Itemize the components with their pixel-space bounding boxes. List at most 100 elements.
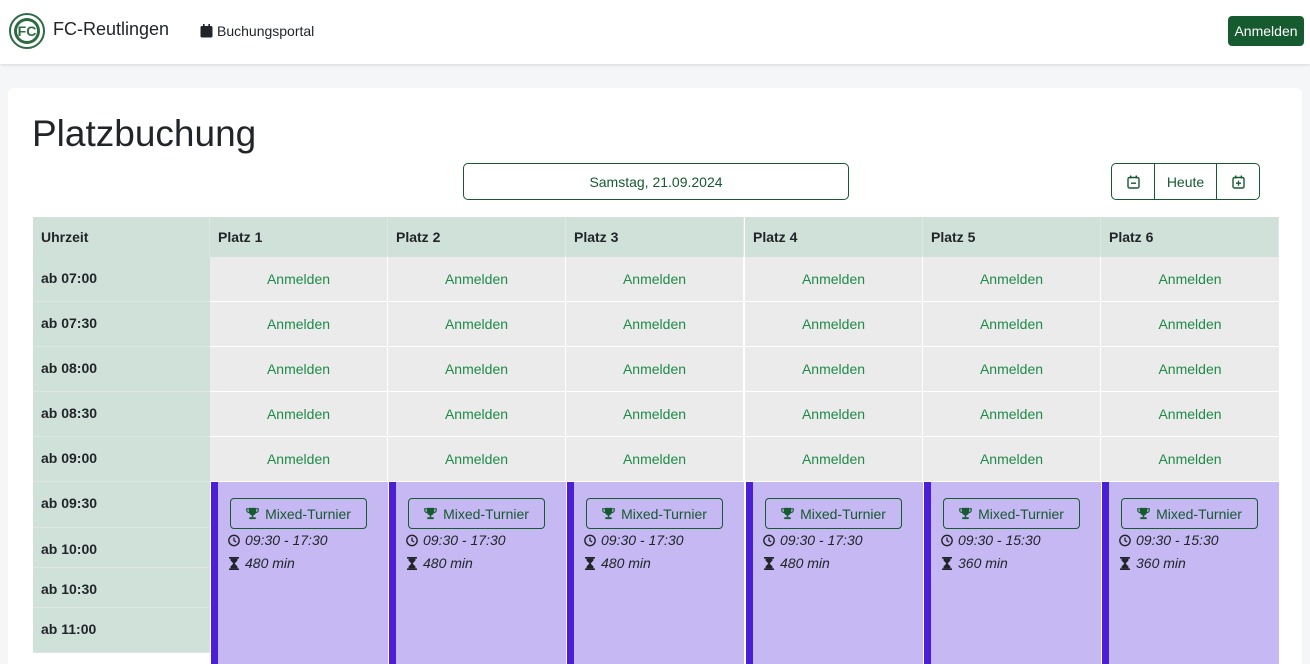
book-slot-button[interactable]: Anmelden [566,257,744,302]
book-slot-button[interactable]: Anmelden [388,437,566,482]
hourglass-icon [407,556,417,570]
event-title: Mixed-Turnier [1156,505,1242,522]
event-time: 09:30 - 15:30 [1119,532,1219,548]
trophy-icon [1137,507,1150,520]
previous-day-button[interactable] [1112,164,1155,199]
booking-event[interactable]: Mixed-Turnier 09:30 - 17:30 480 min [746,482,923,664]
event-time-text: 09:30 - 15:30 [958,532,1041,548]
time-slot-label: ab 07:30 [33,302,210,347]
event-duration-text: 480 min [601,555,651,571]
book-slot-button[interactable]: Anmelden [745,347,923,392]
event-time: 09:30 - 15:30 [941,532,1041,548]
event-duration: 360 min [941,555,1008,571]
book-slot-button[interactable]: Anmelden [388,392,566,437]
event-duration: 480 min [763,555,830,571]
booking-event[interactable]: Mixed-Turnier 09:30 - 17:30 480 min [211,482,388,664]
event-time-text: 09:30 - 17:30 [780,532,863,548]
booking-event[interactable]: Mixed-Turnier 09:30 - 17:30 480 min [389,482,566,664]
book-slot-button[interactable]: Anmelden [1101,392,1280,437]
calendar-icon [200,24,213,38]
book-slot-button[interactable]: Anmelden [923,257,1101,302]
svg-text:FC: FC [18,23,37,39]
book-slot-button[interactable]: Anmelden [745,392,923,437]
book-slot-button[interactable]: Anmelden [210,347,388,392]
book-slot-button[interactable]: Anmelden [566,392,744,437]
nav-link-buchungsportal[interactable]: Buchungsportal [200,23,314,39]
book-slot-button[interactable]: Anmelden [923,302,1101,347]
book-slot-button[interactable]: Anmelden [566,347,744,392]
event-time-text: 09:30 - 17:30 [423,532,506,548]
date-picker[interactable]: Samstag, 21.09.2024 [463,163,849,200]
event-title-button[interactable]: Mixed-Turnier [586,498,723,529]
event-title-button[interactable]: Mixed-Turnier [1121,498,1258,529]
today-button[interactable]: Heute [1155,164,1217,199]
event-title-button[interactable]: Mixed-Turnier [230,498,367,529]
event-time: 09:30 - 17:30 [406,532,506,548]
booking-table: Uhrzeit Platz 1 Platz 2 Platz 3 Platz 4 Plat… [33,217,1280,664]
hourglass-icon [942,556,952,570]
event-time-text: 09:30 - 17:30 [245,532,328,548]
time-slot-label: ab 08:00 [33,347,210,392]
court-header: Platz 4 [745,217,923,257]
brand-name[interactable]: FC-Reutlingen [53,19,169,40]
event-time: 09:30 - 17:30 [584,532,684,548]
book-slot-button[interactable]: Anmelden [745,302,923,347]
clock-icon [1119,534,1131,546]
next-day-button[interactable] [1217,164,1259,199]
calendar-plus-icon [1231,175,1245,189]
event-time: 09:30 - 17:30 [228,532,328,548]
book-slot-button[interactable]: Anmelden [566,437,744,482]
book-slot-button[interactable]: Anmelden [745,257,923,302]
book-slot-button[interactable]: Anmelden [1101,257,1280,302]
book-slot-button[interactable]: Anmelden [210,437,388,482]
book-slot-button[interactable]: Anmelden [923,392,1101,437]
book-slot-button[interactable]: Anmelden [923,347,1101,392]
book-slot-button[interactable]: Anmelden [923,437,1101,482]
event-title-button[interactable]: Mixed-Turnier [408,498,545,529]
booking-event[interactable]: Mixed-Turnier 09:30 - 15:30 360 min [924,482,1101,664]
time-slot-label: ab 09:00 [33,437,210,482]
date-navigation: Heute [1111,163,1260,200]
book-slot-button[interactable]: Anmelden [388,347,566,392]
booking-event[interactable]: Mixed-Turnier 09:30 - 15:30 360 min [1102,482,1279,664]
book-slot-button[interactable]: Anmelden [1101,302,1280,347]
event-duration-text: 480 min [780,555,830,571]
clock-icon [941,534,953,546]
book-slot-button[interactable]: Anmelden [210,257,388,302]
event-title: Mixed-Turnier [978,505,1064,522]
court-header: Platz 2 [388,217,566,257]
navbar: FC FC-Reutlingen Buchungsportal Anmelden [0,0,1310,64]
trophy-icon [246,507,259,520]
court-header: Platz 6 [1101,217,1279,257]
clock-icon [763,534,775,546]
event-time-text: 09:30 - 15:30 [1136,532,1219,548]
book-slot-button[interactable]: Anmelden [388,302,566,347]
book-slot-button[interactable]: Anmelden [566,302,744,347]
time-slot-label: ab 11:00 [33,608,210,653]
event-title-button[interactable]: Mixed-Turnier [765,498,902,529]
book-slot-button[interactable]: Anmelden [210,302,388,347]
event-title-button[interactable]: Mixed-Turnier [943,498,1080,529]
hourglass-icon [764,556,774,570]
time-slot-label: ab 07:00 [33,257,210,302]
court-header: Platz 3 [566,217,744,257]
event-duration: 480 min [406,555,473,571]
login-button[interactable]: Anmelden [1228,16,1304,46]
book-slot-button[interactable]: Anmelden [210,392,388,437]
hourglass-icon [1120,556,1130,570]
book-slot-button[interactable]: Anmelden [388,257,566,302]
clock-icon [228,534,240,546]
book-slot-button[interactable]: Anmelden [1101,437,1280,482]
booking-event[interactable]: Mixed-Turnier 09:30 - 17:30 480 min [567,482,744,664]
event-duration: 360 min [1119,555,1186,571]
calendar-minus-icon [1126,175,1140,189]
book-slot-button[interactable]: Anmelden [1101,347,1280,392]
event-duration: 480 min [584,555,651,571]
club-logo-icon[interactable]: FC [9,12,45,50]
event-title: Mixed-Turnier [800,505,886,522]
book-slot-button[interactable]: Anmelden [745,437,923,482]
event-time: 09:30 - 17:30 [763,532,863,548]
time-slot-label: ab 09:30 [33,482,210,528]
event-duration-text: 480 min [245,555,295,571]
event-duration-text: 480 min [423,555,473,571]
